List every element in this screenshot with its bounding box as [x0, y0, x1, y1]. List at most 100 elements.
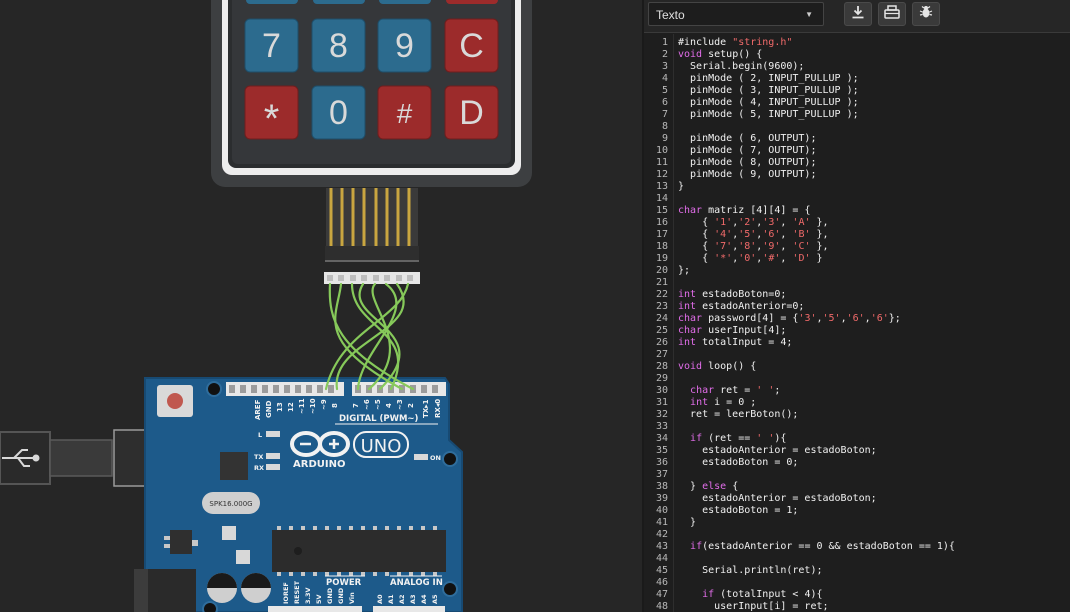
code-line[interactable]: 16 { '1','2','3', 'A' },	[644, 217, 1070, 229]
code-line[interactable]: 21	[644, 277, 1070, 289]
code-text: int i = 0 ;	[690, 397, 757, 408]
code-line[interactable]: 19 { '*','0','#', 'D' }	[644, 253, 1070, 265]
libraries-button[interactable]	[878, 2, 906, 26]
line-number: 30	[655, 385, 668, 396]
key-d[interactable]: D	[444, 85, 499, 140]
code-line[interactable]: 39 estadoAnterior = estadoBoton;	[644, 493, 1070, 505]
code-line[interactable]: 47 if (totalInput < 4){	[644, 589, 1070, 601]
code-line[interactable]: 35 estadoAnterior = estadoBoton;	[644, 445, 1070, 457]
chevron-down-icon: ▼	[805, 10, 813, 19]
line-number: 32	[655, 409, 668, 420]
code-line[interactable]: 38 } else {	[644, 481, 1070, 493]
line-number: 28	[655, 361, 668, 372]
line-number: 35	[655, 445, 668, 456]
code-text: } else {	[678, 481, 739, 492]
key-8[interactable]: 8	[311, 18, 366, 73]
line-number: 22	[655, 289, 668, 300]
code-line[interactable]: 22 int estadoBoton=0;	[644, 289, 1070, 301]
code-line[interactable]: 41 }	[644, 517, 1070, 529]
code-line[interactable]: 9 pinMode ( 6, OUTPUT);	[644, 133, 1070, 145]
code-line[interactable]: 40 estadoBoton = 1;	[644, 505, 1070, 517]
line-number: 17	[655, 229, 668, 240]
code-line[interactable]: 34 if (ret == ' '){	[644, 433, 1070, 445]
key-star[interactable]: *	[244, 85, 299, 141]
key-8-label: 8	[329, 27, 348, 65]
code-line[interactable]: 18 { '7','8','9', 'C' },	[644, 241, 1070, 253]
editor-mode-dropdown[interactable]: Texto ▼	[648, 2, 824, 26]
code-line[interactable]: 33	[644, 421, 1070, 433]
debugger-button[interactable]	[912, 2, 940, 26]
key-0-label: 0	[329, 94, 348, 132]
usb-chip	[220, 452, 248, 480]
code-line[interactable]: 28 void loop() {	[644, 361, 1070, 373]
debug-bug-icon	[919, 5, 933, 24]
led-l-label: L	[258, 431, 262, 439]
line-number: 45	[655, 565, 668, 576]
code-line[interactable]: 31 int i = 0 ;	[644, 397, 1070, 409]
code-line[interactable]: 12 pinMode ( 9, OUTPUT);	[644, 169, 1070, 181]
pin-label-6: ~6	[363, 399, 371, 410]
code-line[interactable]: 17 { '4','5','6', 'B' },	[644, 229, 1070, 241]
code-line[interactable]: 11 pinMode ( 8, OUTPUT);	[644, 157, 1070, 169]
line-number: 7	[661, 109, 668, 120]
code-line[interactable]: 43 if(estadoAnterior == 0 && estadoBoton…	[644, 541, 1070, 553]
circuit-drawing[interactable]: 7 8 9 C * 0 # D AREF GND 13 12 ~11 ~10 ~…	[0, 0, 642, 612]
code-line[interactable]: 27	[644, 349, 1070, 361]
key-0[interactable]: 0	[311, 85, 366, 140]
code-text: Serial.println(ret);	[678, 565, 823, 576]
code-line[interactable]: 44	[644, 553, 1070, 565]
key-hash[interactable]: #	[377, 85, 432, 140]
pin-label-ioref: IOREF	[282, 582, 290, 604]
code-line[interactable]: 45 Serial.println(ret);	[644, 565, 1070, 577]
code-line[interactable]: 6 pinMode ( 4, INPUT_PULLUP );	[644, 97, 1070, 109]
code-line[interactable]: 4 pinMode ( 2, INPUT_PULLUP );	[644, 73, 1070, 85]
key-9[interactable]: 9	[377, 18, 432, 73]
code-text: { '1','2','3', 'A' },	[678, 217, 829, 228]
code-line[interactable]: 3 Serial.begin(9600);	[644, 61, 1070, 73]
key-hash-label: #	[397, 98, 413, 129]
code-line[interactable]: 24 char password[4] = {'3','5','6','6'};	[644, 313, 1070, 325]
download-button[interactable]	[844, 2, 872, 26]
code-line[interactable]: 25 char userInput[4];	[644, 325, 1070, 337]
code-line[interactable]: 8	[644, 121, 1070, 133]
code-editor[interactable]: 1 #include "string.h" 2 void setup() {3 Ser…	[644, 34, 1070, 612]
oscillator: SPK16.000G	[202, 492, 260, 514]
keypad-connector[interactable]	[324, 272, 420, 284]
power-jack[interactable]	[134, 569, 196, 612]
code-line[interactable]: 36 estadoBoton = 0;	[644, 457, 1070, 469]
power-header[interactable]	[268, 606, 445, 612]
code-text: pinMode ( 5, INPUT_PULLUP );	[678, 109, 859, 120]
key-c[interactable]: C	[444, 18, 499, 73]
code-line[interactable]: 48 userInput[i] = ret;	[644, 601, 1070, 612]
key-7[interactable]: 7	[244, 18, 299, 73]
line-number: 43	[655, 541, 668, 552]
code-line[interactable]: 5 pinMode ( 3, INPUT_PULLUP );	[644, 85, 1070, 97]
code-line[interactable]: 23 int estadoAnterior=0;	[644, 301, 1070, 313]
code-line[interactable]: 20};	[644, 265, 1070, 277]
code-line[interactable]: 14	[644, 193, 1070, 205]
reset-button[interactable]	[157, 385, 193, 417]
key-star-label: *	[264, 97, 280, 141]
code-line[interactable]: 26 int totalInput = 4;	[644, 337, 1070, 349]
code-line[interactable]: 1 #include "string.h"	[644, 37, 1070, 49]
code-line[interactable]: 13}	[644, 181, 1070, 193]
code-line[interactable]: 46	[644, 577, 1070, 589]
line-number: 11	[655, 157, 668, 168]
wires[interactable]	[324, 282, 415, 391]
code-line[interactable]: 29	[644, 373, 1070, 385]
circuit-canvas[interactable]: 7 8 9 C * 0 # D AREF GND 13 12 ~11 ~10 ~…	[0, 0, 642, 612]
code-line[interactable]: 37	[644, 469, 1070, 481]
code-text: userInput[i] = ret;	[678, 601, 829, 612]
arduino-uno-board[interactable]: AREF GND 13 12 ~11 ~10 ~9 8 7 ~6 ~5 4 ~3…	[0, 377, 463, 612]
code-text: ret = leerBoton();	[678, 409, 799, 420]
code-line[interactable]: 7 pinMode ( 5, INPUT_PULLUP );	[644, 109, 1070, 121]
code-line[interactable]: 15 char matriz [4][4] = {	[644, 205, 1070, 217]
code-line[interactable]: 42	[644, 529, 1070, 541]
pin-label-a1: A1	[387, 594, 395, 604]
keypad-4x4[interactable]: 7 8 9 C * 0 # D	[211, 0, 532, 187]
code-line[interactable]: 2 void setup() {	[644, 49, 1070, 61]
code-line[interactable]: 30 char ret = ' ';	[644, 385, 1070, 397]
code-line[interactable]: 32 ret = leerBoton();	[644, 409, 1070, 421]
code-line[interactable]: 10 pinMode ( 7, OUTPUT);	[644, 145, 1070, 157]
editor-toolbar: Texto ▼	[644, 0, 1070, 33]
